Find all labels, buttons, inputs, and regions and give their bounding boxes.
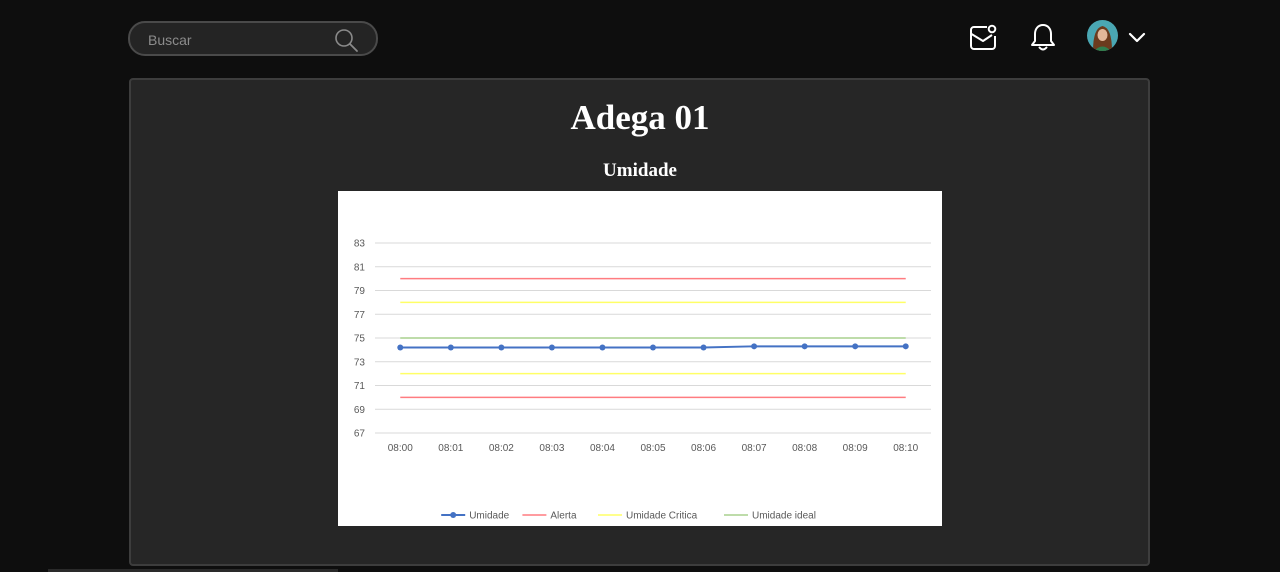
chart-title: Umidade [603,160,677,181]
x-tick-label: 08:03 [539,443,564,454]
data-point [751,343,758,350]
page-title: Adega 01 [570,98,710,137]
x-tick-label: 08:01 [438,443,463,454]
data-point [650,344,656,351]
data-point [447,344,454,351]
mail-notification-icon[interactable] [968,22,998,52]
y-tick-label: 83 [354,239,366,250]
y-tick-label: 69 [354,405,366,416]
legend-label: Umidade [469,511,509,522]
chart-canvas: 67 69 71 73 75 77 79 81 83 08:00 08:01 08:02 08:03 08… [354,239,931,522]
humidity-chart: 67 69 71 73 75 77 79 81 83 08:00 08:01 08:02 08:03 08… [338,191,942,526]
y-tick-label: 73 [354,357,366,368]
x-tick-label: 08:07 [742,443,767,454]
search-box[interactable] [128,21,378,56]
data-point [498,344,505,351]
legend-label: Umidade ideal [752,511,816,522]
legend-label: Umidade Critica [626,511,698,522]
x-tick-label: 08:06 [691,443,716,454]
y-tick-label: 75 [354,334,366,345]
chevron-down-icon[interactable] [1126,26,1148,48]
data-point [397,344,404,351]
legend-label: Alerta [550,511,577,522]
data-point [700,344,707,351]
data-point [852,343,859,350]
x-tick-label: 08:00 [388,443,413,454]
user-photo [1087,20,1118,51]
x-tick-label: 08:02 [489,443,514,454]
y-tick-label: 71 [354,381,366,392]
x-tick-label: 08:05 [640,443,665,454]
y-tick-label: 77 [354,310,366,321]
search-input[interactable] [146,23,340,56]
y-tick-label: 67 [354,429,366,440]
x-tick-label: 08:09 [843,443,868,454]
x-tick-label: 08:08 [792,443,817,454]
y-tick-label: 81 [354,262,366,273]
data-point [548,344,555,351]
y-tick-label: 79 [354,286,366,297]
x-tick-label: 08:10 [893,443,918,454]
top-bar [0,0,1280,78]
data-point [599,344,606,351]
legend-marker [450,512,457,518]
data-point [801,343,808,350]
avatar[interactable] [1087,20,1118,51]
search-icon[interactable] [333,27,359,53]
data-point [902,343,909,350]
x-tick-label: 08:04 [590,443,615,454]
bell-icon[interactable] [1028,22,1058,52]
